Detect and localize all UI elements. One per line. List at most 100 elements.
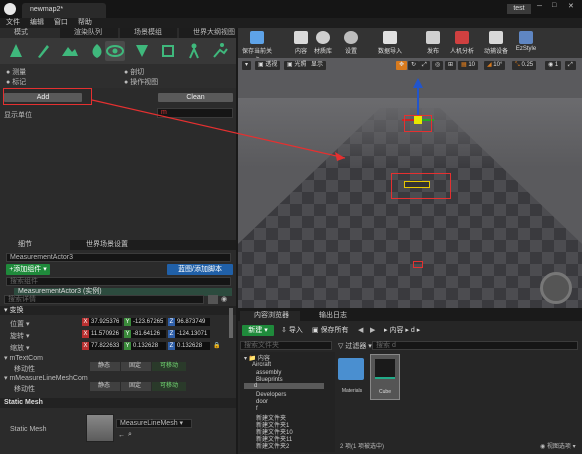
location-x[interactable]: X 37.925376 (82, 318, 122, 326)
paint-mode-icon[interactable] (33, 41, 53, 61)
close-icon[interactable]: ✕ (568, 2, 574, 10)
cube-mode-icon[interactable] (158, 41, 178, 61)
measure-point-marker[interactable] (413, 261, 423, 268)
scale-z[interactable]: Z 0.132628 (168, 342, 210, 350)
mark-option[interactable]: ● 标记 (6, 77, 26, 87)
mobility-stationary-2[interactable]: 固定 (121, 382, 151, 391)
perspective-button[interactable]: ▣ 透视 (255, 61, 281, 70)
surface-snap-icon[interactable]: ⊞ (445, 61, 457, 70)
eye-icon[interactable]: ◉ (221, 295, 227, 303)
tab-output-log[interactable]: 输出日志 (305, 311, 360, 321)
tree-folder[interactable]: door (256, 399, 268, 405)
menu-file[interactable]: 文件 (6, 19, 20, 26)
weld-option[interactable]: ● 剖切 (124, 67, 144, 77)
angle-snap-button[interactable]: ◢ 10° (484, 61, 506, 70)
asset-cube[interactable]: Cube (370, 354, 400, 400)
view-mode-icon[interactable] (105, 41, 125, 61)
minimize-icon[interactable]: ─ (537, 3, 542, 10)
filter-button[interactable]: ▽ 过滤器 ▾ (338, 341, 372, 351)
scale-x[interactable]: X 77.822633 (82, 342, 122, 350)
grid-snap-button[interactable]: ▦ 10 (458, 61, 479, 70)
maximize-icon[interactable]: □ (552, 2, 556, 9)
maximize-viewport-icon[interactable]: ⤢ (565, 61, 576, 70)
mobility-movable-2[interactable]: 可移动 (152, 382, 186, 391)
ezstyle-button[interactable]: EzStyle (508, 29, 544, 58)
tree-root[interactable]: ▾ 📁 内容 (244, 353, 270, 362)
rotation-y[interactable]: Y -81.64126 (124, 330, 166, 338)
asset-materials[interactable]: Materials (338, 354, 366, 400)
lock-icon[interactable]: 🔒 (213, 342, 220, 349)
tree-folder[interactable]: f (256, 406, 258, 412)
search-components-input[interactable]: 搜索组件 (6, 277, 231, 286)
level-tab[interactable]: newmap2* (22, 3, 106, 18)
clean-button[interactable]: Clean (158, 93, 233, 102)
tree-folder[interactable]: Developers (256, 392, 286, 398)
measure-text-box[interactable] (404, 181, 430, 188)
camera-speed-button[interactable]: ◉ 1 (545, 61, 562, 70)
measure-option[interactable]: ● 测量 (6, 67, 26, 77)
static-mesh-select[interactable]: MeasureLineMesh ▾ (116, 419, 192, 428)
tab-world-settings[interactable]: 世界场景设置 (72, 240, 162, 250)
settings-button[interactable]: 设置 (336, 29, 366, 58)
tree-folder[interactable]: assembly (256, 370, 281, 376)
material-lib-button[interactable]: 材质库 (308, 29, 338, 58)
mobility-stationary-1[interactable]: 固定 (121, 362, 151, 371)
forward-arrow-icon[interactable]: ▶ (370, 325, 375, 336)
lit-button[interactable]: ▣ 光照 (284, 61, 310, 70)
search-details-input[interactable]: 搜索详情 (4, 295, 204, 304)
tab-details[interactable]: 细节 (0, 240, 70, 250)
translate-tool-icon[interactable]: ✥ (396, 61, 408, 70)
data-import-button[interactable]: 数据导入 (372, 29, 408, 58)
add-component-button[interactable]: +添加组件 ▾ (6, 264, 50, 275)
unit-select[interactable]: m (157, 108, 233, 118)
figure-mode-icon[interactable] (184, 41, 204, 61)
tree-folder[interactable]: 新建文件夹2 (256, 441, 289, 450)
rotation-x[interactable]: X 11.570926 (82, 330, 122, 338)
mobility-static-1[interactable]: 静态 (90, 362, 120, 371)
scale-tool-icon[interactable]: ⤢ (419, 61, 430, 70)
tab-world-outliner[interactable]: 世界大纲视图 (179, 28, 236, 38)
static-mesh-header[interactable]: Static Mesh (0, 398, 236, 408)
menu-window[interactable]: 窗口 (54, 19, 68, 26)
mobility-movable-1[interactable]: 可移动 (152, 362, 186, 371)
foliage-mode-icon[interactable] (87, 41, 107, 61)
rotation-label[interactable]: 旋转 ▾ (10, 331, 29, 341)
blueprint-button[interactable]: 蓝图/添加脚本 (167, 264, 233, 275)
tab-render-queue[interactable]: 渲染队列 (60, 28, 118, 38)
back-arrow-icon[interactable]: ◀ (358, 325, 363, 336)
viewport-menu-button[interactable]: ▾ (242, 61, 252, 70)
action-mode-icon[interactable] (210, 41, 230, 61)
browse-arrow-icon[interactable]: ← (118, 432, 125, 439)
location-z[interactable]: Z 96.873749 (168, 318, 210, 326)
tab-scene-modules[interactable]: 场景模组 (120, 28, 177, 38)
rotation-z[interactable]: Z -124.13071 (168, 330, 210, 338)
place-mode-icon[interactable] (6, 41, 26, 61)
breadcrumb[interactable]: ▸ 内容 ▸ d ▸ (384, 325, 420, 336)
save-all-button[interactable]: ▣ 保存所有 (312, 325, 349, 336)
view-options-button[interactable]: ◉ 视图选项 ▾ (540, 441, 576, 450)
location-y[interactable]: Y -123.67265 (124, 318, 166, 326)
mesh-mode-icon[interactable] (132, 41, 152, 61)
new-button[interactable]: 新建 ▾ (242, 325, 274, 336)
tree-folder[interactable]: Aircraft (252, 362, 271, 368)
grid-view-icon[interactable] (208, 295, 218, 304)
landscape-mode-icon[interactable] (60, 41, 80, 61)
rotate-tool-icon[interactable]: ↻ (408, 61, 420, 70)
mobility-static-2[interactable]: 静态 (90, 382, 120, 391)
location-label[interactable]: 位置 ▾ (10, 319, 29, 329)
level-viewport[interactable]: ▾ ▣ 透视 ▣ 光照 显示 ✥ ↻ ⤢ ◎ ⊞ ▦ 10 ◢ 10° ⤡ 0.… (238, 58, 582, 308)
scale-snap-button[interactable]: ⤡ 0.25 (512, 61, 537, 70)
ergonomics-button[interactable]: 人机分析 (444, 29, 480, 58)
tab-modes[interactable]: 模式 (0, 28, 58, 38)
op-view-option[interactable]: ● 操作视图 (124, 77, 158, 87)
actor-name-field[interactable]: MeasurementActor3 (6, 253, 231, 262)
world-local-icon[interactable]: ◎ (432, 61, 444, 70)
browse-search-icon[interactable]: ⌕ (128, 431, 132, 439)
menu-edit[interactable]: 编辑 (30, 19, 44, 26)
tab-content-browser[interactable]: 内容浏览器 (240, 311, 300, 321)
asset-search-input[interactable]: 搜索 d (372, 341, 578, 350)
scale-y[interactable]: Y 0.132628 (124, 342, 166, 350)
transform-header[interactable]: ▾ 变换 (0, 306, 236, 315)
tree-folder-selected[interactable]: d (244, 383, 324, 389)
mesh-thumbnail[interactable] (86, 414, 114, 442)
